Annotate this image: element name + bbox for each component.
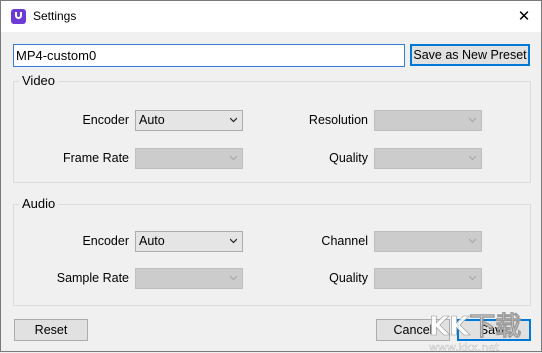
watermark-text: KK下载 xyxy=(429,312,521,342)
video-framerate-select[interactable] xyxy=(135,148,243,169)
preset-name-input[interactable]: MP4-custom0 xyxy=(13,44,405,67)
save-as-new-preset-button[interactable]: Save as New Preset xyxy=(410,44,530,66)
video-encoder-select[interactable]: Auto xyxy=(135,110,243,131)
chevron-down-icon xyxy=(469,117,476,123)
watermark-url: www.kkx.net xyxy=(429,341,500,353)
video-group-label: Video xyxy=(19,73,59,88)
chevron-down-icon xyxy=(230,238,237,244)
video-encoder-label: Encoder xyxy=(82,113,129,127)
reset-button[interactable]: Reset xyxy=(14,319,88,341)
settings-window: Settings ✕ MP4-custom0 Save as New Prese… xyxy=(0,0,542,353)
chevron-down-icon xyxy=(230,155,237,161)
title-bar: Settings ✕ xyxy=(1,1,541,32)
chevron-down-icon xyxy=(469,155,476,161)
audio-group xyxy=(13,204,531,306)
close-button[interactable]: ✕ xyxy=(513,7,535,27)
audio-channel-select[interactable] xyxy=(374,231,482,252)
audio-encoder-label: Encoder xyxy=(82,234,129,248)
video-framerate-label: Frame Rate xyxy=(63,151,129,165)
audio-encoder-value: Auto xyxy=(139,234,165,248)
chevron-down-icon xyxy=(469,275,476,281)
chevron-down-icon xyxy=(230,275,237,281)
video-quality-label: Quality xyxy=(329,151,368,165)
audio-quality-select[interactable] xyxy=(374,268,482,289)
video-encoder-value: Auto xyxy=(139,113,165,127)
window-title: Settings xyxy=(33,9,77,23)
audio-channel-label: Channel xyxy=(321,234,368,248)
app-icon xyxy=(11,9,26,24)
video-resolution-label: Resolution xyxy=(308,113,368,127)
watermark-logo: KK下载 www.kkx.net xyxy=(429,312,522,353)
audio-quality-label: Quality xyxy=(329,271,368,285)
video-quality-select[interactable] xyxy=(374,148,482,169)
audio-samplerate-label: Sample Rate xyxy=(56,271,129,285)
video-resolution-select[interactable] xyxy=(374,110,482,131)
audio-group-label: Audio xyxy=(19,196,59,211)
chevron-down-icon xyxy=(469,238,476,244)
chevron-down-icon xyxy=(230,117,237,123)
audio-encoder-select[interactable]: Auto xyxy=(135,231,243,252)
audio-samplerate-select[interactable] xyxy=(135,268,243,289)
